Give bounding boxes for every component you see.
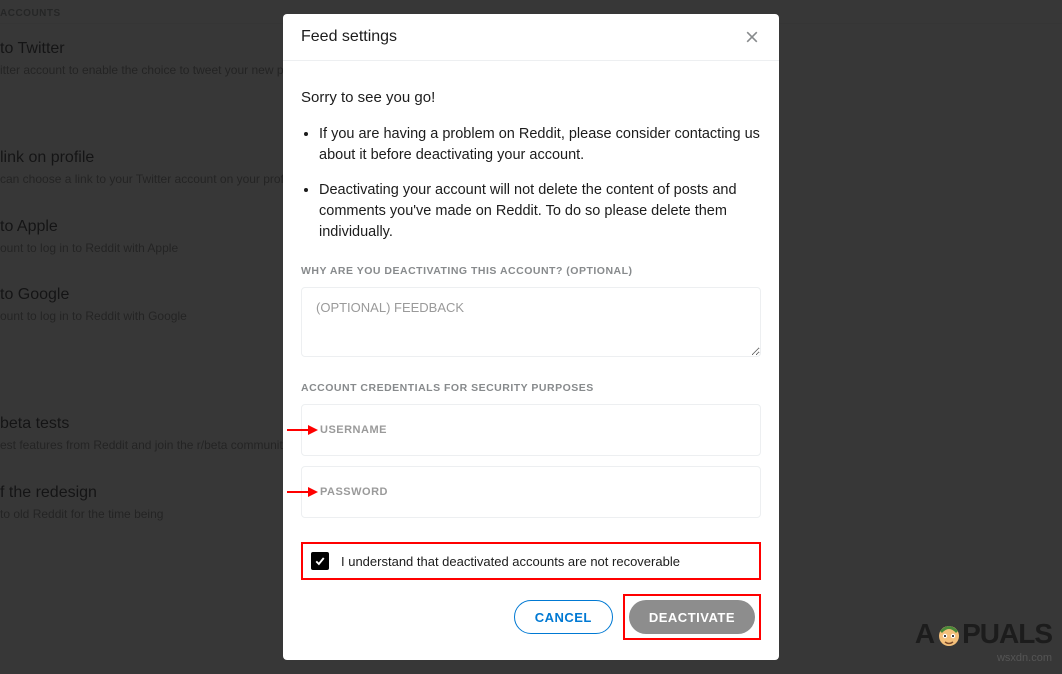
close-icon[interactable] [743, 28, 761, 46]
checkbox-checked-icon[interactable] [311, 552, 329, 570]
info-bullet: If you are having a problem on Reddit, p… [319, 124, 761, 166]
sorry-text: Sorry to see you go! [301, 89, 761, 106]
password-input[interactable] [301, 466, 761, 518]
watermark-logo: A PUALS [915, 618, 1052, 650]
cancel-button[interactable]: CANCEL [514, 600, 613, 634]
deactivate-button[interactable]: DEACTIVATE [629, 600, 755, 634]
username-input[interactable] [301, 404, 761, 456]
understand-label: I understand that deactivated accounts a… [341, 554, 680, 569]
annotation-arrow-icon [286, 485, 318, 499]
deactivate-modal: Feed settings Sorry to see you go! If yo… [283, 14, 779, 660]
why-label: WHY ARE YOU DEACTIVATING THIS ACCOUNT? (… [301, 265, 761, 277]
credentials-label: ACCOUNT CREDENTIALS FOR SECURITY PURPOSE… [301, 382, 761, 394]
brand-text: PUALS [962, 618, 1052, 650]
brand-letter: A [915, 618, 934, 650]
annotation-box: DEACTIVATE [623, 594, 761, 640]
mascot-icon [934, 619, 964, 649]
modal-header: Feed settings [283, 14, 779, 61]
annotation-arrow-icon [286, 423, 318, 437]
feedback-textarea[interactable] [301, 287, 761, 357]
understand-checkbox-row[interactable]: I understand that deactivated accounts a… [301, 542, 761, 580]
info-bullets: If you are having a problem on Reddit, p… [301, 124, 761, 243]
watermark: A PUALS wsxdn.com [915, 618, 1052, 664]
info-bullet: Deactivating your account will not delet… [319, 180, 761, 243]
modal-title: Feed settings [301, 28, 397, 46]
watermark-url: wsxdn.com [997, 652, 1052, 664]
modal-body: Sorry to see you go! If you are having a… [283, 61, 779, 660]
modal-actions: CANCEL DEACTIVATE [301, 594, 761, 640]
